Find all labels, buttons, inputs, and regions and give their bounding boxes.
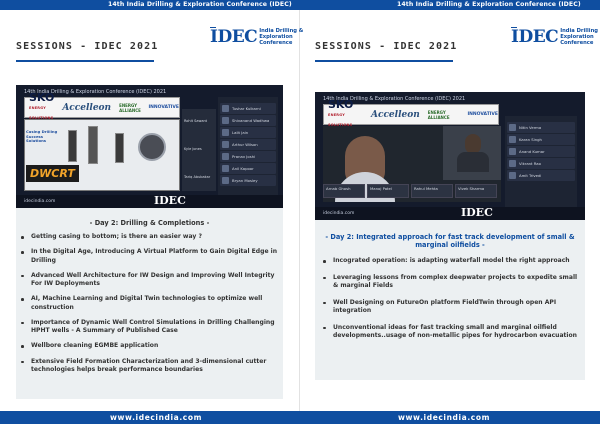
- watermark: idecindia.com: [24, 199, 56, 204]
- sponsor-logo-2: Accelleon: [370, 109, 420, 120]
- attendee-item: Vikrant Rao: [507, 158, 575, 169]
- idec-mini-logo: IDEC: [154, 194, 186, 207]
- list-item: In the Digital Age, Introducing A Virtua…: [20, 248, 282, 264]
- watermark: idecindia.com: [323, 211, 355, 216]
- sponsor-logo-3: ENERGY ALLIANCE: [119, 102, 141, 113]
- second-speaker-video: [443, 126, 501, 180]
- product-image-2: [88, 126, 98, 164]
- sponsor-banner: SKO ENERGY SOLUTIONS Accelleon ENERGY ALL…: [24, 92, 180, 120]
- avatar: [509, 148, 516, 155]
- title-underline: [315, 60, 453, 62]
- drill-bit-image: [138, 133, 166, 161]
- attendee-item: Anil Kapoor: [220, 163, 276, 174]
- sko-logo: SKO ENERGY SOLUTIONS: [328, 97, 354, 127]
- avatar: [509, 160, 516, 167]
- participant-tile: Vivek Sharma: [455, 184, 497, 198]
- sponsor-logo-3: ENERGY ALLIANCE: [427, 109, 450, 120]
- promo-text: Casing Drilling Success Solutions: [26, 129, 58, 143]
- avatar: [222, 105, 229, 112]
- day-title: - Day 2: Drilling & Completions -: [89, 219, 210, 227]
- bottom-footer-bar: www.idecindia.com www.idecindia.com: [0, 411, 600, 424]
- attendee-item: Anand Kumar: [507, 146, 575, 157]
- session-card: 14th India Drilling & Exploration Confer…: [315, 92, 585, 380]
- avatar: [509, 172, 516, 179]
- footer-link-left[interactable]: www.idecindia.com: [110, 413, 202, 422]
- session-screenshot: 14th India Drilling & Exploration Confer…: [16, 85, 283, 208]
- attendee-item: Karan Singh: [507, 134, 575, 145]
- list-item: Unconventional ideas for fast tracking s…: [322, 324, 584, 340]
- attendee-item: Arthur Wilson: [220, 139, 276, 150]
- avatar: [509, 124, 516, 131]
- attendee-list: Nitin Verma Karan Singh Anand Kumar Vikr…: [505, 116, 577, 208]
- list-item: Leveraging lessons from complex deepwate…: [322, 274, 584, 290]
- avatar: [509, 136, 516, 143]
- section-title: SESSIONS - IDEC 2021: [315, 41, 458, 52]
- idec-logo-mark: IDEC: [511, 26, 559, 47]
- screenshot-footer: idecindia.com IDEC: [315, 207, 585, 220]
- avatar: [222, 165, 229, 172]
- session-card: 14th India Drilling & Exploration Confer…: [16, 85, 283, 399]
- attendee-item: Lalit Jain: [220, 127, 276, 138]
- product-image-3: [115, 133, 124, 163]
- sko-logo: SKO ENERGY SOLUTIONS: [29, 90, 55, 120]
- sponsor-logo-4: INNOVATIVE: [148, 105, 179, 110]
- attendee-item: Amit Trivedi: [507, 170, 575, 181]
- attendee-item: Tushar Kulkarni: [220, 103, 276, 114]
- sponsor-logo-2: Accelleon: [62, 102, 112, 113]
- list-item: Advanced Well Architecture for IW Design…: [20, 272, 282, 288]
- product-image-1: [68, 130, 77, 162]
- footer-link-right[interactable]: www.idecindia.com: [398, 413, 490, 422]
- participant-tiles: Arnab Ghosh Manoj Patel Rahul Mehta Vive…: [323, 184, 497, 198]
- attendee-list: Tushar Kulkarni Shivanand Wadhwa Lalit J…: [218, 97, 278, 203]
- attendee-item: Pranav Joshi: [220, 151, 276, 162]
- list-item: Getting casing to bottom; is there an ea…: [20, 233, 282, 241]
- participant-tile: Rahul Mehta: [411, 184, 453, 198]
- section-title: SESSIONS - IDEC 2021: [16, 41, 159, 52]
- speaker-label: Tariq Abubakar: [184, 175, 211, 179]
- avatar: [222, 153, 229, 160]
- screenshot-footer: idecindia.com IDEC: [16, 195, 283, 208]
- attendee-item: Shivanand Wadhwa: [220, 115, 276, 126]
- page-right: SESSIONS - IDEC 2021 IDEC India Drilling…: [300, 10, 600, 411]
- speaker-panel: Rohit Sawant Kyle Jones Tariq Abubakar: [182, 109, 216, 191]
- top-header-bar: 14th India Drilling & Exploration Confer…: [0, 0, 600, 10]
- header-text-right: 14th India Drilling & Exploration Confer…: [397, 1, 581, 8]
- sponsor-banner: SKO ENERGY SOLUTIONS Accelleon ENERGY ALL…: [323, 99, 499, 127]
- attendee-item: Bryan Mosley: [220, 175, 276, 186]
- avatar: [222, 129, 229, 136]
- avatar: [222, 117, 229, 124]
- idec-mini-logo: IDEC: [461, 206, 493, 219]
- day-title: - Day 2: Integrated approach for fast tr…: [325, 233, 575, 249]
- session-topics: Incograted operation: is adapting waterf…: [322, 257, 584, 348]
- list-item: Wellbore cleaning EGMBE application: [20, 342, 282, 350]
- list-item: Extensive Field Formation Characterizati…: [20, 358, 282, 374]
- sponsor-logo-4: INNOVATIVE: [467, 112, 498, 117]
- page-left: SESSIONS - IDEC 2021 IDEC India Drilling…: [0, 10, 303, 411]
- participant-tile: Arnab Ghosh: [323, 184, 365, 198]
- avatar: [222, 141, 229, 148]
- idec-logo-text: India Drilling & Exploration Conference: [560, 28, 600, 46]
- speaker-image: [335, 136, 395, 202]
- list-item: Well Designing on FutureOn platform Fiel…: [322, 299, 584, 315]
- speaker-label: Rohit Sawant: [184, 119, 208, 123]
- list-item: AI, Machine Learning and Digital Twin te…: [20, 295, 282, 311]
- product-brand: DWCRT: [26, 165, 79, 182]
- header-text-left: 14th India Drilling & Exploration Confer…: [108, 1, 292, 8]
- attendee-item: Nitin Verma: [507, 122, 575, 133]
- idec-logo-mark: IDEC: [210, 26, 258, 47]
- speaker-label: Kyle Jones: [184, 147, 202, 151]
- list-item: Incograted operation: is adapting waterf…: [322, 257, 584, 265]
- idec-logo: IDEC India Drilling & Exploration Confer…: [511, 26, 600, 47]
- list-item: Importance of Dynamic Well Control Simul…: [20, 319, 282, 335]
- avatar: [222, 177, 229, 184]
- participant-tile: Manoj Patel: [367, 184, 409, 198]
- session-screenshot: 14th India Drilling & Exploration Confer…: [315, 92, 585, 220]
- title-underline: [16, 60, 154, 62]
- session-topics: Getting casing to bottom; is there an ea…: [20, 233, 282, 381]
